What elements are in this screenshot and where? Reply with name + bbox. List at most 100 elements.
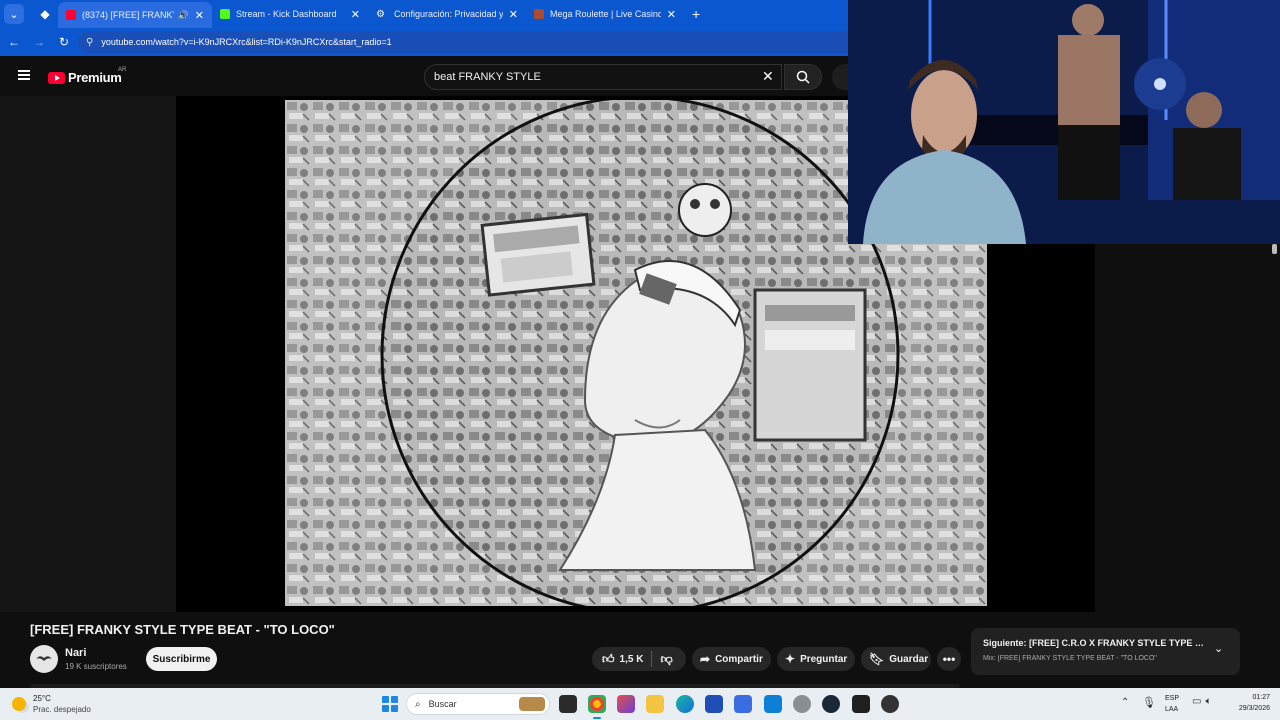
mail-icon[interactable] bbox=[734, 695, 752, 713]
task-view-icon[interactable] bbox=[559, 695, 577, 713]
tray-overflow-caret-icon[interactable]: ⌃ bbox=[1121, 697, 1129, 708]
weather-temperature[interactable]: 25°C bbox=[33, 694, 51, 703]
like-count[interactable]: 1,5 K bbox=[620, 654, 644, 665]
like-dislike-group: 👍︎ 1,5 K 👎︎ bbox=[592, 647, 686, 671]
copilot-icon[interactable] bbox=[617, 695, 635, 713]
forward-arrow-icon[interactable]: → bbox=[28, 35, 50, 49]
tab-close-icon[interactable]: ✕ bbox=[509, 8, 518, 21]
store-icon[interactable] bbox=[705, 695, 723, 713]
tab-title: (8374) [FREE] FRANKY STYLE TYPE BEAT - "… bbox=[82, 10, 174, 20]
screen: ⌄ ◆ (8374) [FREE] FRANKY STYLE TYPE BEAT… bbox=[0, 0, 1280, 720]
voice-search-button[interactable] bbox=[832, 64, 848, 90]
chrome-icon[interactable] bbox=[588, 695, 606, 719]
share-arrow-icon: ➦ bbox=[700, 652, 711, 666]
tab-close-icon[interactable]: ✕ bbox=[351, 8, 360, 21]
microphone-icon[interactable]: 🎙︎ bbox=[1142, 696, 1156, 709]
pinned-tab-icon: ◆ bbox=[40, 7, 50, 21]
reload-icon[interactable]: ↻ bbox=[53, 35, 75, 49]
tab-close-icon[interactable]: ✕ bbox=[195, 9, 204, 22]
language-indicator[interactable]: ESP bbox=[1165, 695, 1179, 702]
weather-sun-icon[interactable] bbox=[12, 697, 26, 711]
youtube-header: Premium AR beat FRANKY STYLE ✕ bbox=[0, 56, 848, 96]
settings-gear-icon[interactable] bbox=[793, 695, 811, 713]
up-next-card[interactable]: Siguiente: [FREE] C.R.O X FRANKY STYLE T… bbox=[971, 628, 1240, 675]
video-title: [FREE] FRANKY STYLE TYPE BEAT - "TO LOCO… bbox=[30, 622, 335, 637]
like-divider bbox=[651, 651, 653, 667]
speaker-icon[interactable]: 🔊 bbox=[178, 10, 189, 21]
bookmark-icon: 🔖︎ bbox=[869, 652, 885, 666]
more-dots-icon: ••• bbox=[942, 652, 956, 666]
up-next-title: Siguiente: [FREE] C.R.O X FRANKY STYLE T… bbox=[983, 638, 1205, 648]
gear-icon: ⚙ bbox=[376, 9, 385, 20]
tab-mega-roulette[interactable]: Mega Roulette | Live Casino Games ✕ bbox=[526, 0, 684, 28]
channel-avatar[interactable] bbox=[30, 645, 58, 673]
player-side-shade bbox=[0, 96, 176, 612]
logo-text: Premium bbox=[68, 70, 122, 85]
more-actions-button[interactable]: ••• bbox=[937, 647, 961, 671]
pinned-tab[interactable]: ◆ bbox=[32, 0, 58, 28]
webcam-overlay bbox=[848, 0, 1280, 244]
youtube-play-icon bbox=[48, 71, 65, 84]
search-icon: ⌕ bbox=[415, 698, 421, 710]
bird-icon bbox=[36, 656, 52, 661]
file-explorer-icon[interactable] bbox=[646, 695, 664, 713]
like-thumb-icon[interactable]: 👍︎ bbox=[602, 652, 615, 667]
weather-description[interactable]: Prac. despejado bbox=[33, 705, 91, 714]
tab-youtube[interactable]: (8374) [FREE] FRANKY STYLE TYPE BEAT - "… bbox=[58, 2, 212, 28]
edge-icon[interactable] bbox=[676, 695, 694, 713]
tab-title: Stream - Kick Dashboard bbox=[236, 9, 337, 19]
tab-settings[interactable]: ⚙ Configuración: Privacidad y seguridad … bbox=[368, 0, 526, 28]
share-button[interactable]: ➦ Compartir bbox=[692, 647, 771, 671]
back-arrow-icon[interactable]: ← bbox=[3, 35, 25, 49]
tab-kick-dashboard[interactable]: Stream - Kick Dashboard ✕ bbox=[212, 0, 368, 28]
new-tab-plus-icon[interactable]: + bbox=[692, 6, 700, 22]
dislike-thumb-icon[interactable]: 👎︎ bbox=[660, 652, 672, 667]
search-button[interactable] bbox=[784, 64, 822, 90]
search-icon bbox=[796, 70, 810, 84]
taskbar-search[interactable]: ⌕ Buscar bbox=[406, 693, 550, 715]
windows-start-icon[interactable] bbox=[382, 696, 398, 712]
webcam-image bbox=[848, 0, 1280, 244]
photos-icon[interactable] bbox=[764, 695, 782, 713]
browser-toolbar: ← → ↻ ⚲ youtube.com/watch?v=i-K9nJRCXrc&… bbox=[0, 28, 848, 56]
channel-name[interactable]: Nari bbox=[65, 647, 86, 659]
taskbar-search-placeholder: Buscar bbox=[428, 699, 457, 709]
youtube-premium-logo[interactable]: Premium bbox=[48, 70, 122, 85]
clear-search-icon[interactable]: ✕ bbox=[762, 68, 774, 85]
tab-title: Mega Roulette | Live Casino Games bbox=[550, 9, 661, 19]
tab-search-chevron-icon[interactable]: ⌄ bbox=[4, 4, 24, 24]
search-highlight-art bbox=[519, 697, 545, 711]
search-query: beat FRANKY STYLE bbox=[434, 71, 541, 83]
app-with-badge-icon[interactable] bbox=[881, 695, 899, 713]
menu-icon[interactable] bbox=[18, 70, 30, 80]
obs-capcut-icon[interactable] bbox=[852, 695, 870, 713]
scrollbar-thumb[interactable] bbox=[1272, 244, 1277, 254]
site-info-icon[interactable]: ⚲ bbox=[86, 37, 93, 48]
region-code: AR bbox=[118, 67, 127, 73]
steam-icon[interactable] bbox=[822, 695, 840, 713]
subscribe-button[interactable]: Suscribirme bbox=[146, 647, 217, 671]
ask-label: Preguntar bbox=[800, 653, 848, 665]
clock-date[interactable]: 29/3/2026 bbox=[1224, 705, 1270, 712]
keyboard-layout[interactable]: LAA bbox=[1165, 706, 1178, 713]
up-next-mix: Mix: [FREE] FRANKY STYLE TYPE BEAT - "TO… bbox=[983, 655, 1157, 662]
casino-favicon-icon bbox=[534, 9, 544, 19]
clock-time[interactable]: 01:27 bbox=[1240, 694, 1270, 701]
secondary-column bbox=[1095, 244, 1280, 612]
network-volume-icons[interactable]: ▭🔈︎ bbox=[1192, 696, 1215, 707]
ask-button[interactable]: ✦ Preguntar bbox=[777, 647, 855, 671]
save-button[interactable]: 🔖︎ Guardar bbox=[861, 647, 931, 671]
address-bar[interactable]: ⚲ youtube.com/watch?v=i-K9nJRCXrc&list=R… bbox=[78, 31, 848, 53]
youtube-favicon-icon bbox=[66, 10, 76, 20]
tab-title: Configuración: Privacidad y seguridad bbox=[394, 9, 503, 19]
search-input[interactable]: beat FRANKY STYLE bbox=[424, 64, 782, 90]
sparkle-icon: ✦ bbox=[785, 652, 796, 666]
taskbar: 25°C Prac. despejado ⌕ Buscar ⌃ 🎙︎ ESP L… bbox=[0, 688, 1280, 720]
save-label: Guardar bbox=[889, 653, 929, 665]
url-text: youtube.com/watch?v=i-K9nJRCXrc&list=RDi… bbox=[101, 37, 392, 47]
tab-close-icon[interactable]: ✕ bbox=[667, 8, 676, 21]
chevron-down-icon[interactable]: ⌄ bbox=[1214, 642, 1223, 655]
kick-favicon-icon bbox=[220, 9, 230, 19]
subscriber-count: 19 K suscriptores bbox=[65, 662, 127, 671]
share-label: Compartir bbox=[715, 653, 763, 665]
